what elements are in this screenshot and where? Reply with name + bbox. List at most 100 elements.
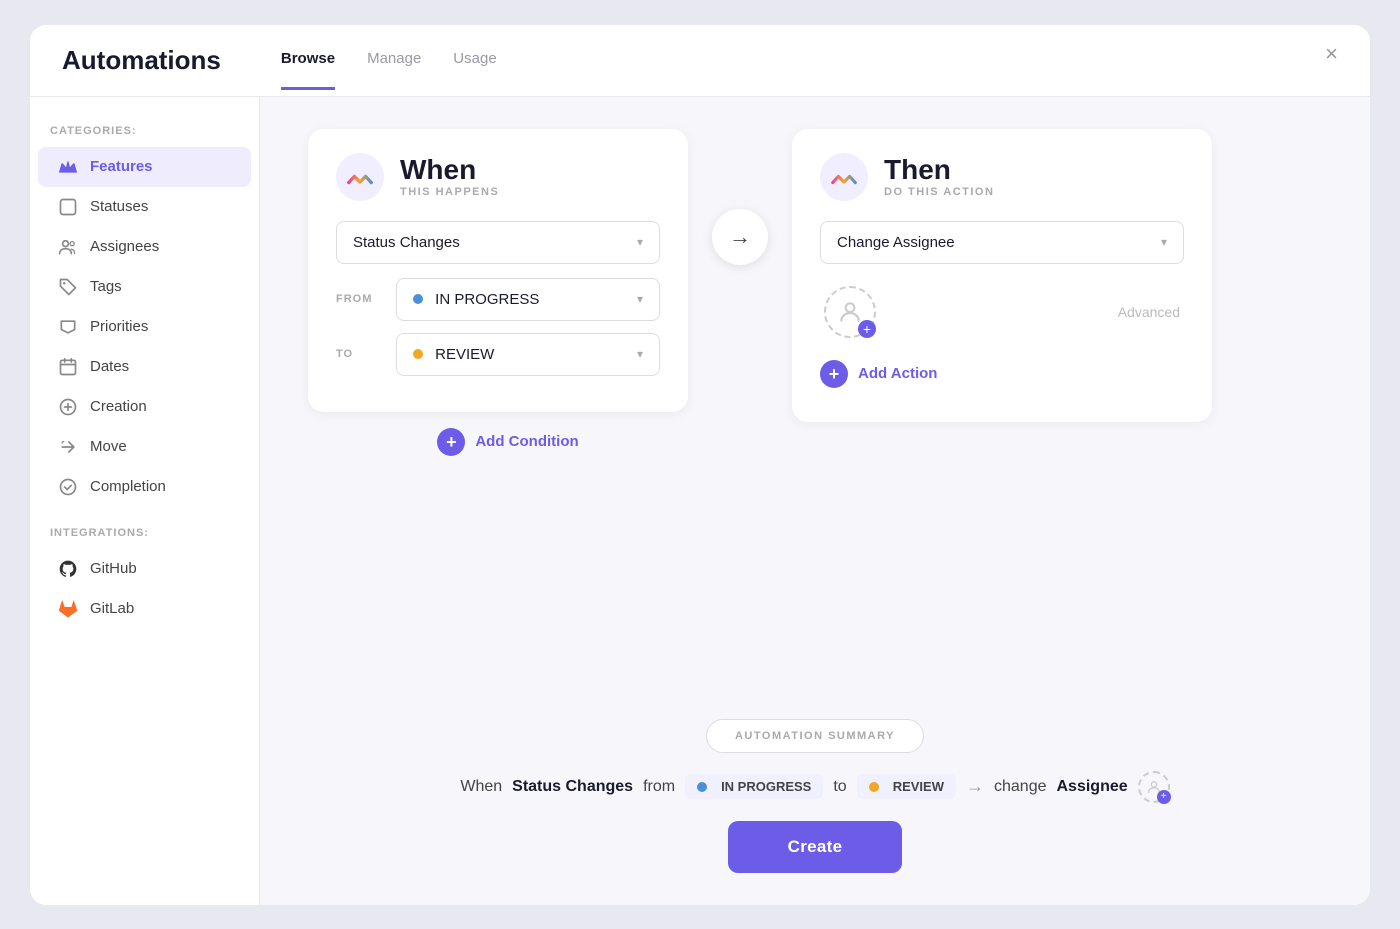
summary-assignee-icon: +	[1138, 771, 1170, 803]
arrow-icon: →	[729, 224, 751, 250]
summary-change-text: change	[994, 778, 1047, 796]
summary-arrow-icon: →	[966, 776, 984, 797]
to-condition-row: TO REVIEW ▾	[336, 333, 660, 376]
sidebar-item-assignees-label: Assignees	[90, 238, 159, 255]
then-title-group: Then DO THIS ACTION	[884, 155, 994, 198]
assignee-row: + Advanced	[820, 278, 1184, 350]
action-value: Change Assignee	[837, 234, 955, 251]
when-title-group: When THIS HAPPENS	[400, 155, 499, 198]
sidebar-item-move[interactable]: Move	[38, 427, 251, 467]
to-status-dot	[413, 349, 423, 359]
then-logo	[820, 153, 868, 201]
to-dropdown[interactable]: REVIEW ▾	[396, 333, 660, 376]
sidebar-item-priorities[interactable]: Priorities	[38, 307, 251, 347]
tab-manage[interactable]: Manage	[367, 50, 421, 90]
automation-builder-row: When THIS HAPPENS Status Changes ▾ FROM	[308, 129, 1322, 456]
action-dropdown[interactable]: Change Assignee ▾	[820, 221, 1184, 264]
summary-status-changes: Status Changes	[512, 778, 633, 796]
summary-assignee-text: Assignee	[1057, 778, 1128, 796]
dates-icon	[58, 357, 78, 377]
then-subtitle: DO THIS ACTION	[884, 186, 994, 198]
create-button[interactable]: Create	[728, 821, 903, 873]
when-block: When THIS HAPPENS Status Changes ▾ FROM	[308, 129, 688, 412]
integrations-label: INTEGRATIONS:	[30, 527, 259, 549]
then-block-header: Then DO THIS ACTION	[820, 153, 1184, 201]
from-dropdown[interactable]: IN PROGRESS ▾	[396, 278, 660, 321]
tab-browse[interactable]: Browse	[281, 50, 335, 90]
sidebar-item-statuses[interactable]: Statuses	[38, 187, 251, 227]
sidebar: CATEGORIES: Features Statuses	[30, 97, 260, 905]
when-subtitle: THIS HAPPENS	[400, 186, 499, 198]
assignee-plus-badge: +	[858, 320, 876, 338]
summary-from-value: IN PROGRESS	[721, 779, 811, 794]
add-condition-button[interactable]: + Add Condition	[437, 428, 578, 456]
modal-title: Automations	[62, 45, 221, 96]
automation-summary: AUTOMATION SUMMARY When Status Changes f…	[308, 719, 1322, 873]
summary-text-row: When Status Changes from IN PROGRESS to …	[460, 771, 1169, 803]
to-value-display: REVIEW	[413, 346, 494, 363]
tab-usage[interactable]: Usage	[453, 50, 496, 90]
action-chevron-icon: ▾	[1161, 235, 1167, 249]
summary-to-chip: REVIEW	[857, 774, 956, 799]
sidebar-item-tags-label: Tags	[90, 278, 122, 295]
tab-bar: Browse Manage Usage	[281, 50, 497, 90]
advanced-button[interactable]: Advanced	[1118, 304, 1180, 320]
sidebar-item-features-label: Features	[90, 158, 153, 175]
sidebar-item-creation[interactable]: Creation	[38, 387, 251, 427]
summary-plus-badge: +	[1157, 790, 1171, 804]
from-status-dot	[413, 294, 423, 304]
summary-from-dot	[697, 782, 707, 792]
sidebar-item-assignees[interactable]: Assignees	[38, 227, 251, 267]
when-logo	[336, 153, 384, 201]
assignee-placeholder[interactable]: +	[824, 286, 876, 338]
crown-icon	[58, 157, 78, 177]
add-action-icon: +	[820, 360, 848, 388]
gitlab-icon	[58, 599, 78, 619]
sidebar-item-github-label: GitHub	[90, 560, 137, 577]
categories-label: CATEGORIES:	[30, 125, 259, 147]
completion-icon	[58, 477, 78, 497]
add-action-button[interactable]: + Add Action	[820, 350, 937, 398]
summary-to-text: to	[833, 778, 846, 796]
automation-modal: Automations Browse Manage Usage × CATEGO…	[30, 25, 1370, 905]
statuses-icon	[58, 197, 78, 217]
summary-from-text: from	[643, 778, 675, 796]
summary-from-chip: IN PROGRESS	[685, 774, 823, 799]
add-condition-area: + Add Condition	[417, 428, 578, 456]
sidebar-item-gitlab[interactable]: GitLab	[38, 589, 251, 629]
when-block-header: When THIS HAPPENS	[336, 153, 660, 201]
sidebar-item-github[interactable]: GitHub	[38, 549, 251, 589]
add-condition-icon: +	[437, 428, 465, 456]
modal-body: CATEGORIES: Features Statuses	[30, 97, 1370, 905]
from-chevron-icon: ▾	[637, 292, 643, 306]
creation-icon	[58, 397, 78, 417]
tags-icon	[58, 277, 78, 297]
summary-to-value: REVIEW	[893, 779, 944, 794]
sidebar-item-priorities-label: Priorities	[90, 318, 148, 335]
main-content: When THIS HAPPENS Status Changes ▾ FROM	[260, 97, 1370, 905]
sidebar-item-creation-label: Creation	[90, 398, 147, 415]
sidebar-item-dates[interactable]: Dates	[38, 347, 251, 387]
from-label: FROM	[336, 293, 384, 305]
then-block: Then DO THIS ACTION Change Assignee ▾	[792, 129, 1212, 422]
sidebar-item-features[interactable]: Features	[38, 147, 251, 187]
trigger-dropdown[interactable]: Status Changes ▾	[336, 221, 660, 264]
close-button[interactable]: ×	[1325, 43, 1338, 65]
trigger-chevron-icon: ▾	[637, 235, 643, 249]
priorities-icon	[58, 317, 78, 337]
when-title: When	[400, 155, 499, 186]
sidebar-item-gitlab-label: GitLab	[90, 600, 134, 617]
to-label: TO	[336, 348, 384, 360]
sidebar-item-completion[interactable]: Completion	[38, 467, 251, 507]
from-condition-row: FROM IN PROGRESS ▾	[336, 278, 660, 321]
assignees-icon	[58, 237, 78, 257]
modal-header: Automations Browse Manage Usage ×	[30, 25, 1370, 97]
sidebar-item-completion-label: Completion	[90, 478, 166, 495]
add-action-label: Add Action	[858, 365, 937, 382]
trigger-value: Status Changes	[353, 234, 460, 251]
then-title: Then	[884, 155, 994, 186]
arrow-circle: →	[712, 209, 768, 265]
sidebar-item-tags[interactable]: Tags	[38, 267, 251, 307]
sidebar-item-dates-label: Dates	[90, 358, 129, 375]
to-chevron-icon: ▾	[637, 347, 643, 361]
